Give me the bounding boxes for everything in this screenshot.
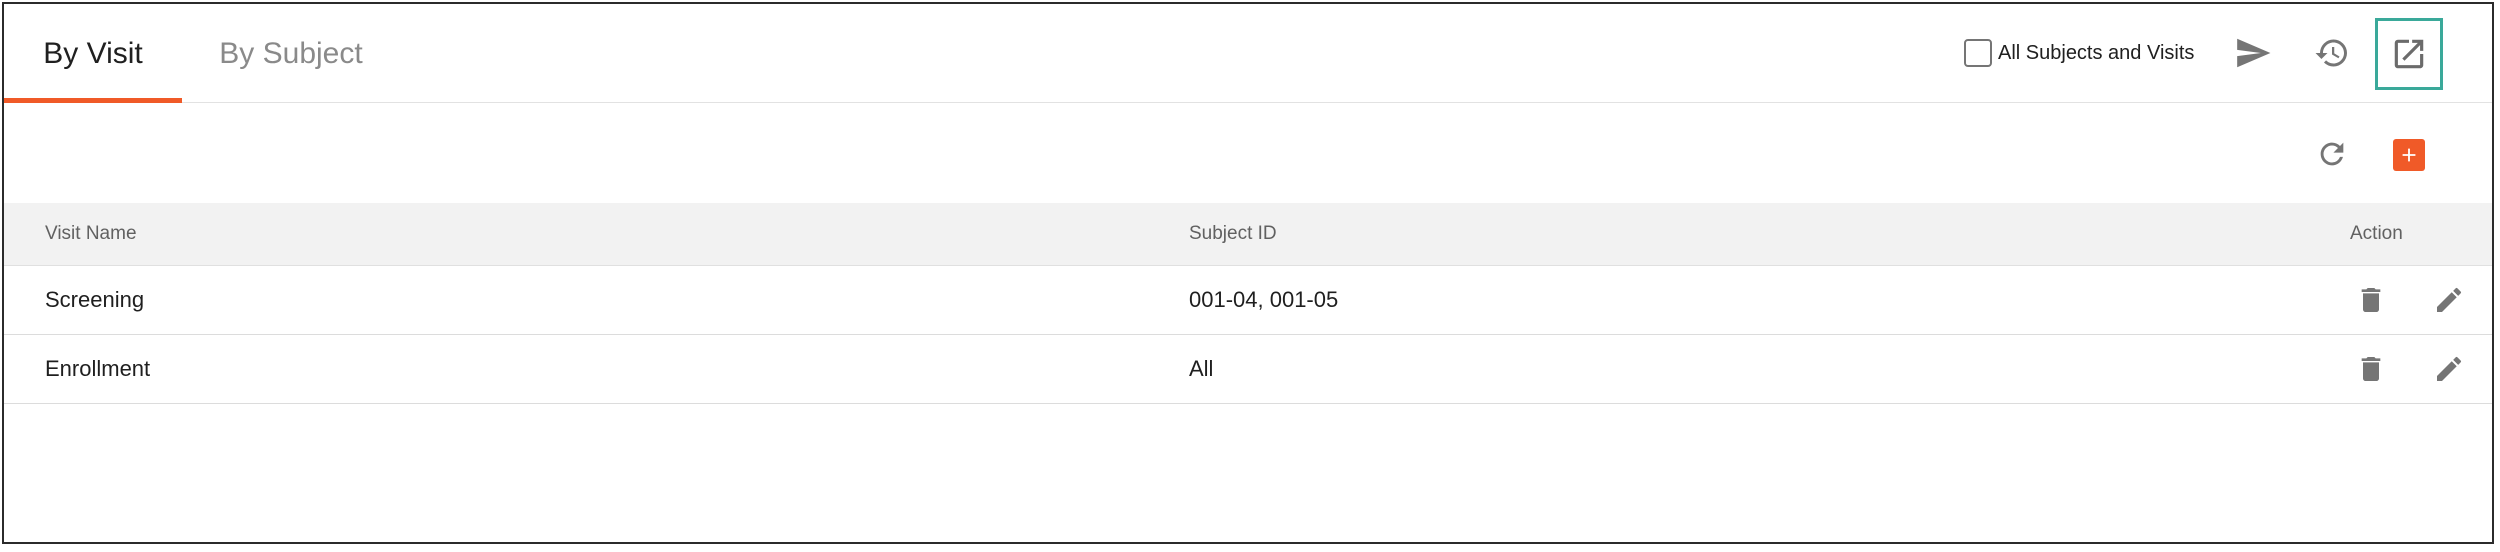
refresh-icon	[2320, 142, 2344, 166]
column-header-subject-id: Subject ID	[1189, 223, 1277, 244]
delete-button[interactable]	[2348, 346, 2394, 392]
send-icon[interactable]	[2230, 30, 2276, 76]
table-header: Visit Name Subject ID Action	[4, 203, 2492, 266]
tab-by-visit[interactable]: By Visit	[4, 4, 182, 103]
edit-icon	[2437, 356, 2462, 381]
refresh-button[interactable]	[2310, 132, 2354, 176]
all-subjects-toggle[interactable]: All Subjects and Visits	[1964, 37, 2194, 69]
subject-id-cell: 001-04, 001-05	[1189, 287, 1339, 312]
edit-button[interactable]	[2426, 346, 2472, 392]
edit-icon	[2437, 287, 2462, 312]
visit-name-cell: Enrollment	[45, 356, 151, 381]
all-subjects-label: All Subjects and Visits	[1998, 41, 2195, 64]
delete-icon	[2361, 288, 2381, 312]
open-in-new-icon	[2394, 39, 2424, 69]
tab-header: By Visit By Subject All Subjects and Vis…	[4, 4, 2492, 103]
history-icon[interactable]	[2309, 30, 2355, 76]
table-row: Screening 001-04, 001-05	[4, 266, 2492, 335]
tab-by-subject[interactable]: By Subject	[182, 4, 400, 103]
table-row: Enrollment All	[4, 335, 2492, 404]
visits-table: Visit Name Subject ID Action Screening 0…	[4, 203, 2492, 404]
column-header-action: Action	[2350, 223, 2403, 244]
open-in-new-button[interactable]	[2375, 18, 2443, 90]
app-frame: By Visit By Subject All Subjects and Vis…	[2, 2, 2494, 544]
add-button[interactable]	[2393, 139, 2425, 171]
all-subjects-checkbox[interactable]	[1964, 39, 1992, 67]
visit-name-cell: Screening	[45, 287, 145, 312]
add-icon	[2402, 148, 2416, 162]
edit-button[interactable]	[2426, 277, 2472, 323]
active-tab-indicator	[4, 98, 182, 103]
column-header-visit-name: Visit Name	[45, 223, 137, 244]
delete-icon	[2361, 357, 2381, 381]
subject-id-cell: All	[1189, 356, 1214, 381]
delete-button[interactable]	[2348, 277, 2394, 323]
